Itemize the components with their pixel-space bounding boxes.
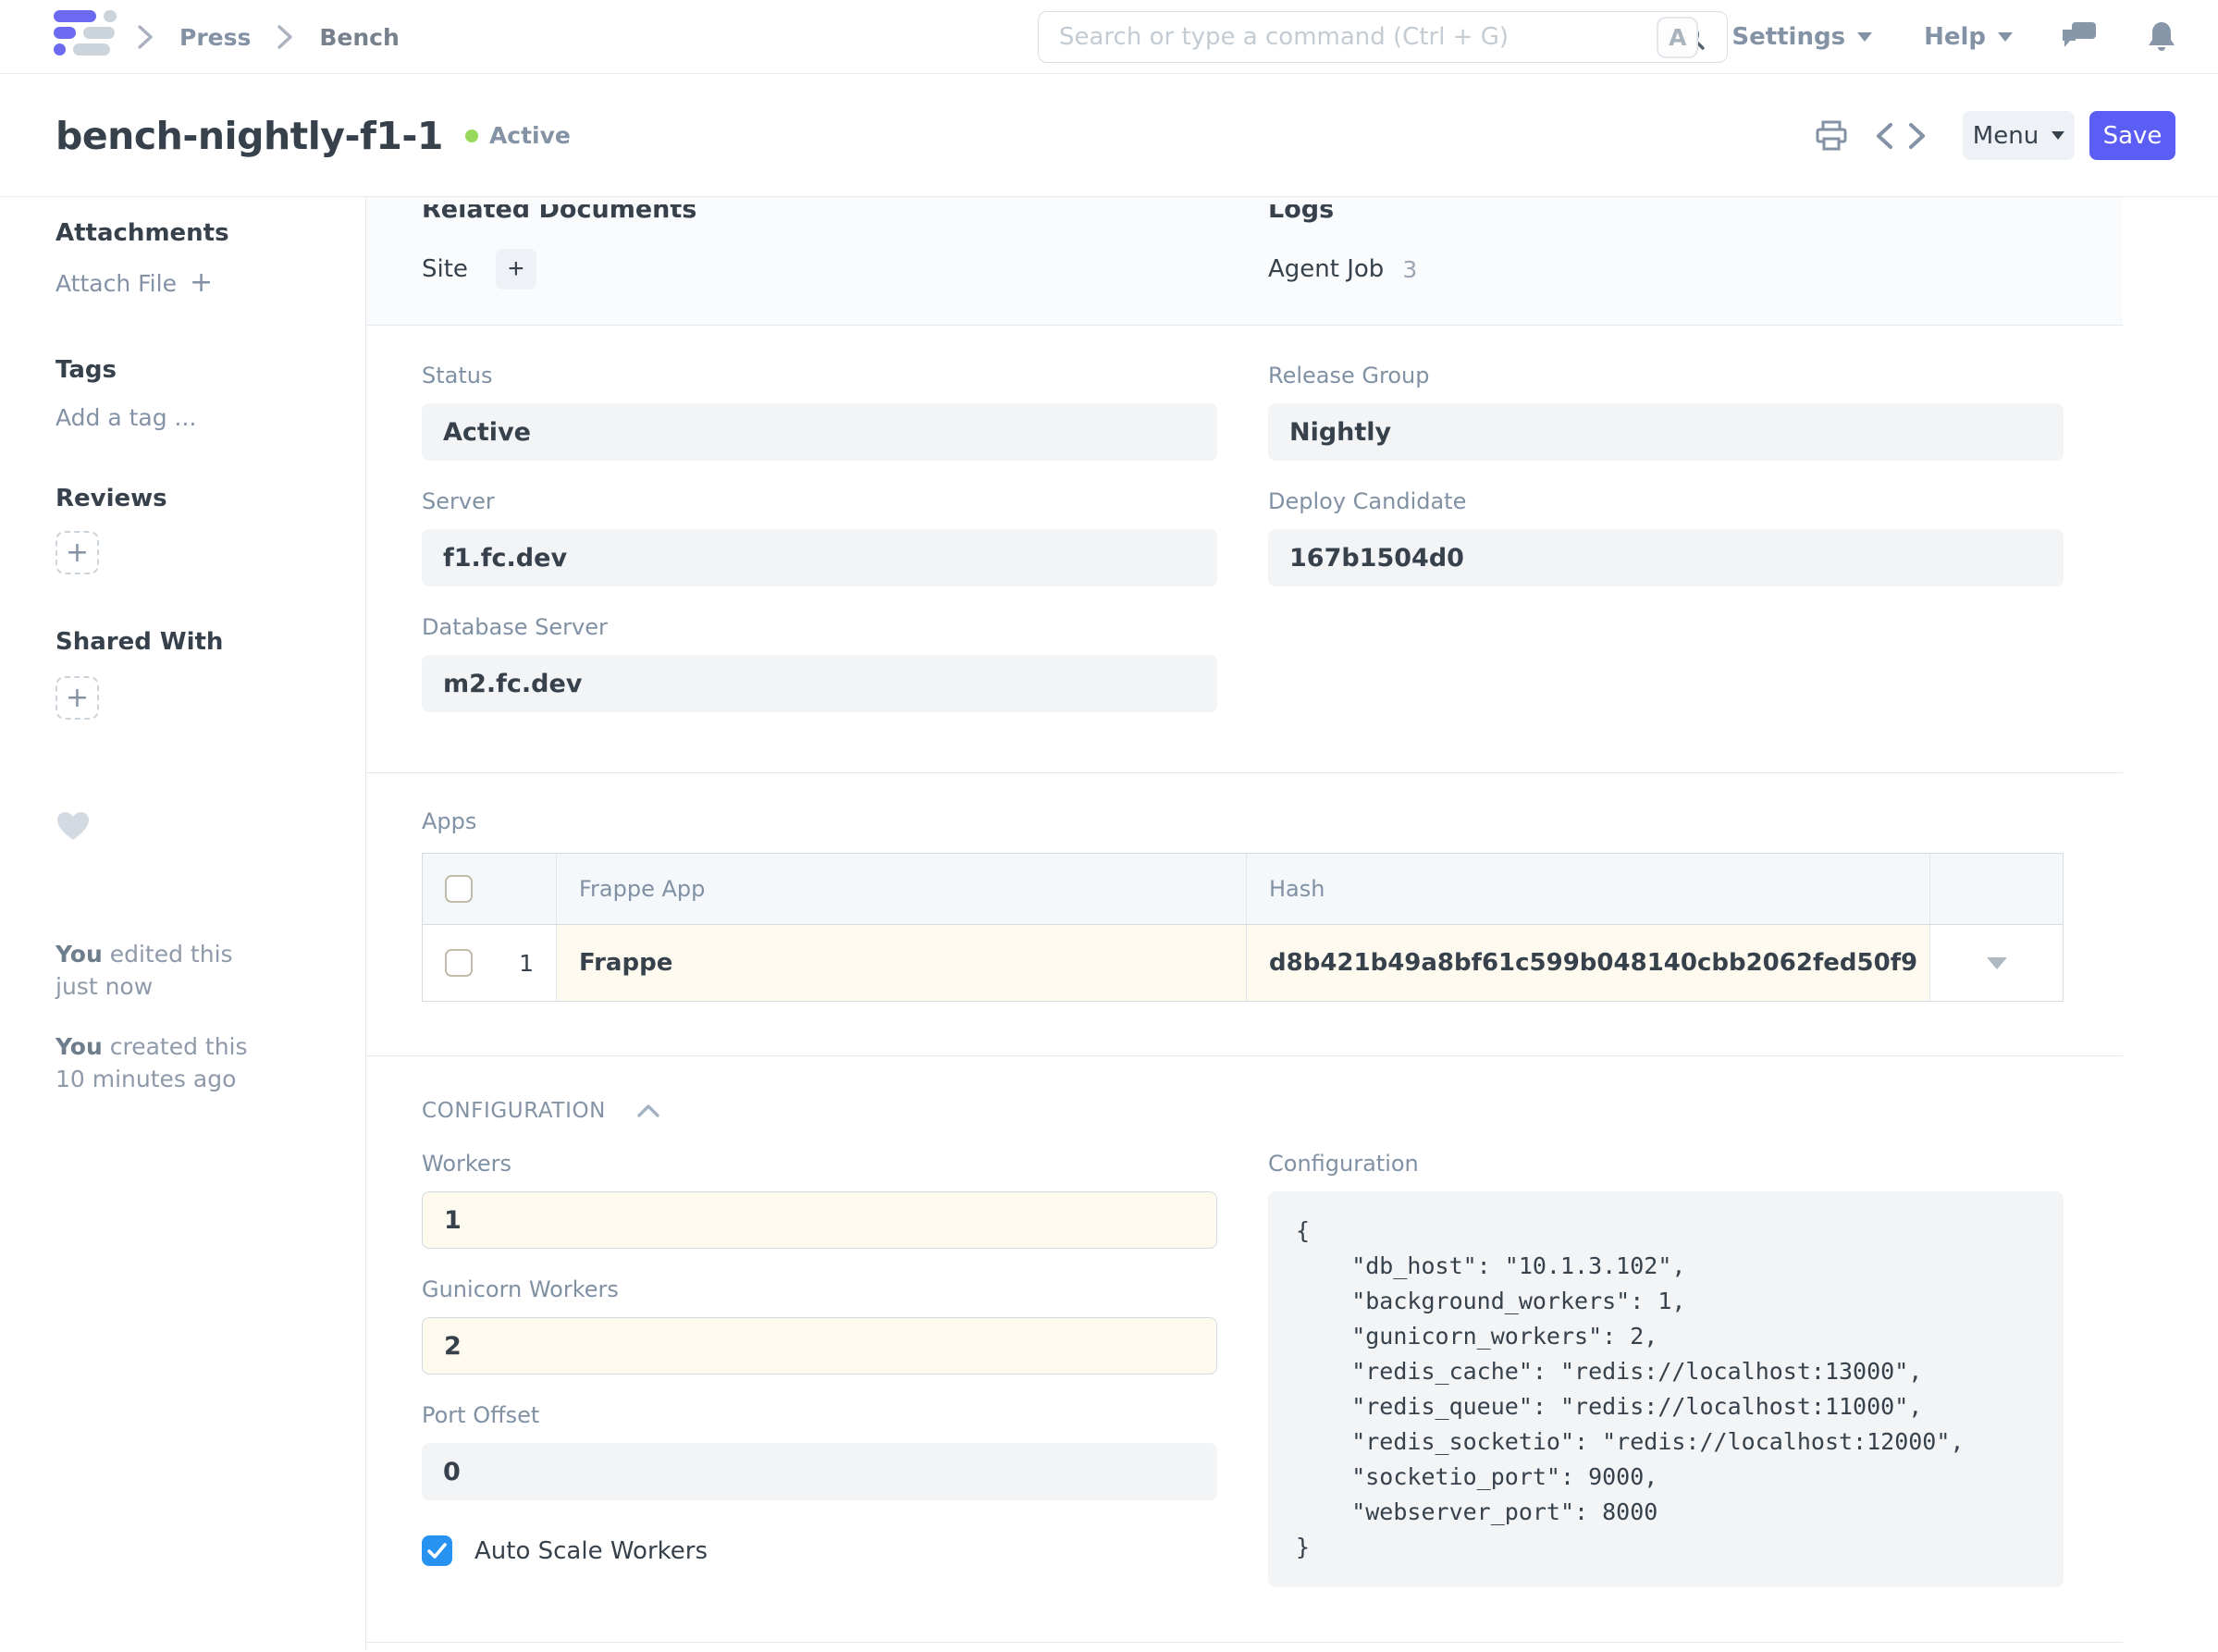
- apps-table-header: Frappe App Hash: [423, 854, 2063, 925]
- chevron-down-icon: [1857, 32, 1872, 42]
- logs-heading: Logs: [1268, 204, 2064, 224]
- workers-input[interactable]: 1: [422, 1191, 1217, 1249]
- site-link[interactable]: Site: [422, 255, 468, 283]
- configuration-json: { "db_host": "10.1.3.102", "background_w…: [1268, 1191, 2064, 1587]
- notifications-button[interactable]: [2146, 19, 2177, 55]
- settings-label: Settings: [1731, 23, 1845, 51]
- chevron-up-icon: [635, 1103, 661, 1119]
- agent-job-link[interactable]: Agent Job: [1268, 255, 1384, 283]
- form-dashboard: Related Documents Site + Logs Agent Job …: [366, 197, 2123, 326]
- navbar-right: A Settings Help: [1657, 0, 2177, 74]
- breadcrumb-press[interactable]: Press: [179, 24, 251, 51]
- search-input[interactable]: [1059, 23, 1677, 51]
- row-expand-button[interactable]: [1930, 925, 2063, 1001]
- configuration-section: CONFIGURATION Workers 1 Gunicorn Workers…: [366, 1056, 2123, 1643]
- column-header-hash: Hash: [1269, 876, 1325, 902]
- triangle-down-icon: [1987, 957, 2007, 969]
- check-icon: [427, 1543, 447, 1559]
- avatar[interactable]: A: [1657, 17, 1698, 58]
- configuration-label: Configuration: [1268, 1151, 2064, 1177]
- status-field[interactable]: Active: [422, 403, 1217, 461]
- database-server-label: Database Server: [422, 614, 1217, 640]
- gunicorn-workers-input[interactable]: 2: [422, 1317, 1217, 1375]
- attach-file-button[interactable]: Attach File +: [55, 269, 365, 297]
- table-row: 1 Frappe d8b421b49a8bf61c599b048140cbb20…: [423, 925, 2063, 1001]
- auto-scale-workers-label: Auto Scale Workers: [474, 1537, 708, 1565]
- created-note: You created this 10 minutes ago: [55, 1030, 365, 1095]
- column-header-frappe-app: Frappe App: [579, 876, 705, 902]
- add-site-button[interactable]: +: [496, 249, 536, 290]
- deploy-candidate-field[interactable]: 167b1504d0: [1268, 529, 2064, 586]
- status-indicator: Active: [465, 122, 571, 149]
- plus-icon: +: [66, 684, 89, 712]
- auto-scale-workers-checkbox[interactable]: [422, 1535, 452, 1566]
- form-sidebar: Attachments Attach File + Tags Add a tag…: [0, 197, 365, 1651]
- gunicorn-workers-label: Gunicorn Workers: [422, 1276, 1217, 1302]
- print-icon: [1815, 119, 1848, 153]
- chevron-right-icon: [135, 23, 155, 51]
- breadcrumb-bench[interactable]: Bench: [319, 24, 399, 51]
- menu-button[interactable]: Menu: [1963, 111, 2075, 160]
- bell-icon: [2146, 19, 2177, 55]
- help-menu[interactable]: Help: [1924, 23, 2013, 51]
- page-title: bench-nightly-f1-1: [55, 114, 443, 158]
- chat-button[interactable]: [2061, 20, 2098, 54]
- chevron-right-icon: [1905, 120, 1929, 152]
- shared-with-heading: Shared With: [55, 628, 365, 656]
- apps-label: Apps: [422, 808, 2063, 834]
- apps-table: Frappe App Hash 1 Frappe d8b421b49a8bf61…: [422, 853, 2064, 1002]
- chevron-right-icon: [275, 23, 295, 51]
- frappe-cloud-logo-icon[interactable]: [54, 10, 117, 55]
- deploy-candidate-label: Deploy Candidate: [1268, 488, 2064, 514]
- row-index: 1: [519, 950, 534, 977]
- database-server-field[interactable]: m2.fc.dev: [422, 655, 1217, 712]
- release-group-field[interactable]: Nightly: [1268, 403, 2064, 461]
- navbar: Press Bench A Settings Help: [0, 0, 2218, 74]
- plus-icon: +: [190, 269, 213, 297]
- chevron-down-icon: [1998, 32, 2013, 42]
- select-all-checkbox[interactable]: [445, 875, 473, 903]
- server-field[interactable]: f1.fc.dev: [422, 529, 1217, 586]
- chevron-left-icon: [1872, 120, 1896, 152]
- plus-icon: +: [66, 539, 89, 567]
- tags-heading: Tags: [55, 356, 365, 384]
- attachments-heading: Attachments: [55, 219, 365, 247]
- workers-label: Workers: [422, 1151, 1217, 1177]
- status-indicator-label: Active: [489, 122, 571, 149]
- add-share-button[interactable]: +: [55, 676, 99, 720]
- print-button[interactable]: [1815, 119, 1848, 153]
- apps-section: Apps Frappe App Hash 1 Frappe: [366, 773, 2123, 1056]
- status-label: Status: [422, 363, 1217, 388]
- add-tag-input[interactable]: Add a tag ...: [55, 404, 365, 431]
- help-label: Help: [1924, 23, 1986, 51]
- chat-icon: [2061, 20, 2098, 54]
- hash-cell[interactable]: d8b421b49a8bf61c599b048140cbb2062fed50f9: [1247, 925, 1930, 1001]
- server-label: Server: [422, 488, 1217, 514]
- fields-section: Status Active Server f1.fc.dev Database …: [366, 326, 2123, 773]
- global-search[interactable]: [1038, 11, 1728, 63]
- active-dot-icon: [465, 129, 478, 142]
- edited-note: You edited this just now: [55, 938, 365, 1003]
- port-offset-label: Port Offset: [422, 1402, 1217, 1428]
- like-heart-icon[interactable]: [55, 810, 91, 842]
- next-document-button[interactable]: [1905, 120, 1929, 152]
- breadcrumb: Press Bench: [135, 0, 400, 74]
- configuration-section-toggle[interactable]: CONFIGURATION: [422, 1099, 2063, 1123]
- port-offset-input[interactable]: 0: [422, 1443, 1217, 1500]
- prev-document-button[interactable]: [1872, 120, 1896, 152]
- row-checkbox[interactable]: [445, 949, 473, 977]
- frappe-app-cell[interactable]: Frappe: [557, 925, 1247, 1001]
- release-group-label: Release Group: [1268, 363, 2064, 388]
- save-button[interactable]: Save: [2089, 111, 2175, 160]
- form-body: Related Documents Site + Logs Agent Job …: [365, 197, 2123, 1651]
- chevron-down-icon: [2052, 131, 2064, 140]
- plus-icon: +: [508, 253, 524, 285]
- related-documents-heading: Related Documents: [422, 204, 1217, 224]
- agent-job-count: 3: [1402, 256, 1417, 283]
- settings-menu[interactable]: Settings: [1731, 23, 1872, 51]
- add-review-button[interactable]: +: [55, 531, 99, 574]
- reviews-heading: Reviews: [55, 485, 365, 512]
- page-head: bench-nightly-f1-1 Active Menu Save: [0, 74, 2218, 197]
